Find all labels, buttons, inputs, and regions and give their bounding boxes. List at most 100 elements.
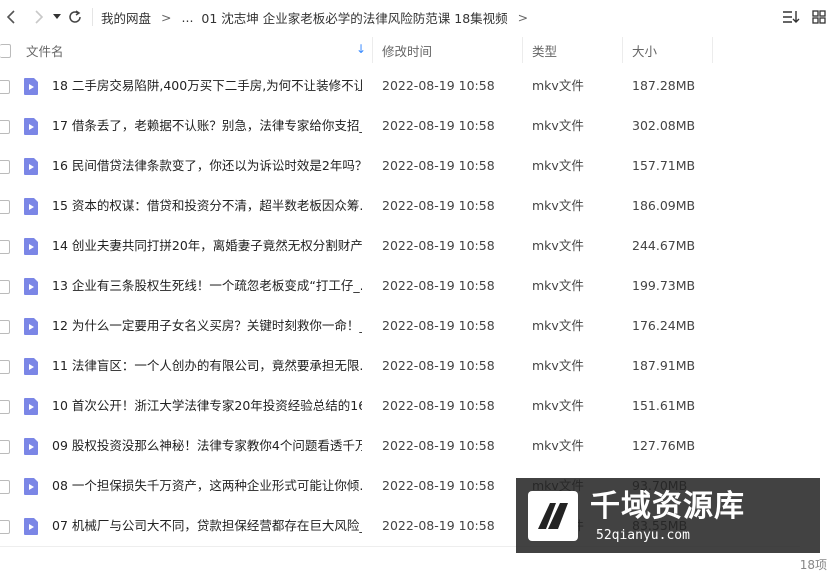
video-file-icon bbox=[24, 518, 38, 535]
row-checkbox[interactable] bbox=[0, 440, 10, 454]
column-header-name[interactable]: 文件名 bbox=[26, 35, 64, 65]
file-modified-time: 2022-08-19 10:58 bbox=[382, 518, 495, 533]
grid-view-icon bbox=[812, 10, 826, 24]
file-size: 176.24MB bbox=[632, 318, 696, 333]
file-size: 199.73MB bbox=[632, 278, 696, 293]
file-modified-time: 2022-08-19 10:58 bbox=[382, 278, 495, 293]
file-name[interactable]: 09 股权投资没那么神秘！法律专家教你4个问题看透千万... bbox=[52, 426, 362, 466]
file-name[interactable]: 16 民间借贷法律条款变了，你还以为诉讼时效是2年吗？... bbox=[52, 146, 362, 186]
file-row[interactable]: 13 企业有三条股权生死线！一个疏忽老板变成“打工仔_... 2022-08-19… bbox=[0, 266, 835, 306]
file-row[interactable]: 10 首次公开！浙江大学法律专家20年投资经验总结的16... 2022-08-1… bbox=[0, 386, 835, 426]
item-count: 18项 bbox=[799, 558, 827, 572]
video-file-icon bbox=[24, 158, 38, 175]
file-name[interactable]: 17 借条丢了，老赖据不认账？别急，法律专家给你支招_... bbox=[52, 106, 362, 146]
file-row[interactable]: 14 创业夫妻共同打拼20年，离婚妻子竟然无权分割财产... 2022-08-19… bbox=[0, 226, 835, 266]
row-checkbox[interactable] bbox=[0, 160, 10, 174]
file-name[interactable]: 12 为什么一定要用子女名义买房？关键时刻救你一命！_... bbox=[52, 306, 362, 346]
file-list: 18 二手房交易陷阱,400万买下二手房,为何不让装修不让... 2022-08-… bbox=[0, 66, 835, 546]
row-checkbox[interactable] bbox=[0, 200, 10, 214]
row-checkbox[interactable] bbox=[0, 400, 10, 414]
column-divider[interactable] bbox=[622, 37, 623, 63]
file-row[interactable]: 17 借条丢了，老赖据不认账？别急，法律专家给你支招_... 2022-08-19… bbox=[0, 106, 835, 146]
row-checkbox[interactable] bbox=[0, 120, 10, 134]
forward-button[interactable] bbox=[28, 0, 50, 34]
grid-view-button[interactable] bbox=[809, 7, 829, 27]
file-size: 302.08MB bbox=[632, 118, 696, 133]
refresh-button[interactable] bbox=[64, 0, 86, 34]
watermark: 千域资源库 52qianyu.com bbox=[516, 478, 820, 553]
toolbar: 我的网盘 > ... 01 沈志坤 企业家老板必学的法律风险防范课 18集视频 … bbox=[0, 0, 835, 34]
file-type: mkv文件 bbox=[532, 158, 584, 173]
file-name[interactable]: 15 资本的权谋：借贷和投资分不清，超半数老板因众筹... bbox=[52, 186, 362, 226]
file-row[interactable]: 16 民间借贷法律条款变了，你还以为诉讼时效是2年吗？... 2022-08-19… bbox=[0, 146, 835, 186]
video-file-icon bbox=[24, 118, 38, 135]
file-name[interactable]: 13 企业有三条股权生死线！一个疏忽老板变成“打工仔_... bbox=[52, 266, 362, 306]
file-name[interactable]: 07 机械厂与公司大不同，贷款担保经营都存在巨大风险_... bbox=[52, 506, 362, 546]
file-row[interactable]: 11 法律盲区：一个人创办的有限公司，竟然要承担无限... 2022-08-19 … bbox=[0, 346, 835, 386]
file-size: 127.76MB bbox=[632, 438, 696, 453]
breadcrumb-current[interactable]: 01 沈志坤 企业家老板必学的法律风险防范课 18集视频 bbox=[201, 8, 507, 27]
file-modified-time: 2022-08-19 10:58 bbox=[382, 438, 495, 453]
file-modified-time: 2022-08-19 10:58 bbox=[382, 478, 495, 493]
breadcrumb: 我的网盘 > ... 01 沈志坤 企业家老板必学的法律风险防范课 18集视频 … bbox=[101, 8, 538, 27]
toolbar-divider bbox=[92, 8, 93, 26]
file-size: 186.09MB bbox=[632, 198, 696, 213]
column-header-type[interactable]: 类型 bbox=[532, 35, 557, 65]
breadcrumb-root[interactable]: 我的网盘 bbox=[101, 8, 151, 27]
back-button[interactable] bbox=[0, 0, 22, 34]
chevron-right-icon bbox=[35, 10, 44, 24]
column-divider[interactable] bbox=[712, 37, 713, 63]
file-modified-time: 2022-08-19 10:58 bbox=[382, 238, 495, 253]
breadcrumb-ellipsis[interactable]: ... bbox=[182, 10, 194, 25]
row-checkbox[interactable] bbox=[0, 240, 10, 254]
row-checkbox[interactable] bbox=[0, 520, 10, 534]
row-checkbox[interactable] bbox=[0, 360, 10, 374]
file-modified-time: 2022-08-19 10:58 bbox=[382, 318, 495, 333]
row-checkbox[interactable] bbox=[0, 480, 10, 494]
file-row[interactable]: 15 资本的权谋：借贷和投资分不清，超半数老板因众筹... 2022-08-19 … bbox=[0, 186, 835, 226]
video-file-icon bbox=[24, 358, 38, 375]
video-file-icon bbox=[24, 198, 38, 215]
video-file-icon bbox=[24, 478, 38, 495]
sort-icon bbox=[783, 11, 800, 23]
file-name[interactable]: 18 二手房交易陷阱,400万买下二手房,为何不让装修不让... bbox=[52, 66, 362, 106]
file-name[interactable]: 10 首次公开！浙江大学法律专家20年投资经验总结的16... bbox=[52, 386, 362, 426]
chevron-left-icon bbox=[6, 10, 15, 24]
file-size: 244.67MB bbox=[632, 238, 696, 253]
refresh-icon bbox=[69, 10, 81, 23]
row-checkbox[interactable] bbox=[0, 320, 10, 334]
select-all-checkbox[interactable] bbox=[0, 44, 11, 58]
column-divider[interactable] bbox=[372, 37, 373, 63]
video-file-icon bbox=[24, 278, 38, 295]
file-name[interactable]: 08 一个担保损失千万资产，这两种企业形式可能让你倾... bbox=[52, 466, 362, 506]
file-modified-time: 2022-08-19 10:58 bbox=[382, 398, 495, 413]
file-size: 187.28MB bbox=[632, 78, 696, 93]
column-header-size[interactable]: 大小 bbox=[632, 35, 657, 65]
file-type: mkv文件 bbox=[532, 78, 584, 93]
row-checkbox[interactable] bbox=[0, 280, 10, 294]
row-checkbox[interactable] bbox=[0, 80, 10, 94]
file-row[interactable]: 18 二手房交易陷阱,400万买下二手房,为何不让装修不让... 2022-08-… bbox=[0, 66, 835, 106]
file-type: mkv文件 bbox=[532, 198, 584, 213]
file-name[interactable]: 11 法律盲区：一个人创办的有限公司，竟然要承担无限... bbox=[52, 346, 362, 386]
file-type: mkv文件 bbox=[532, 238, 584, 253]
history-dropdown[interactable] bbox=[50, 0, 64, 34]
video-file-icon bbox=[24, 398, 38, 415]
caret-down-icon bbox=[53, 14, 61, 19]
column-divider[interactable] bbox=[522, 37, 523, 63]
file-name[interactable]: 14 创业夫妻共同打拼20年，离婚妻子竟然无权分割财产... bbox=[52, 226, 362, 266]
video-file-icon bbox=[24, 78, 38, 95]
file-type: mkv文件 bbox=[532, 318, 584, 333]
file-modified-time: 2022-08-19 10:58 bbox=[382, 78, 495, 93]
file-row[interactable]: 12 为什么一定要用子女名义买房？关键时刻救你一命！_... 2022-08-19… bbox=[0, 306, 835, 346]
column-header-modified[interactable]: 修改时间 bbox=[382, 35, 432, 65]
sort-descending-icon: ↓ bbox=[356, 42, 367, 56]
file-size: 157.71MB bbox=[632, 158, 696, 173]
file-modified-time: 2022-08-19 10:58 bbox=[382, 358, 495, 373]
file-modified-time: 2022-08-19 10:58 bbox=[382, 198, 495, 213]
file-row[interactable]: 09 股权投资没那么神秘！法律专家教你4个问题看透千万... 2022-08-19… bbox=[0, 426, 835, 466]
file-type: mkv文件 bbox=[532, 398, 584, 413]
sort-button[interactable] bbox=[781, 7, 801, 27]
video-file-icon bbox=[24, 238, 38, 255]
file-type: mkv文件 bbox=[532, 438, 584, 453]
